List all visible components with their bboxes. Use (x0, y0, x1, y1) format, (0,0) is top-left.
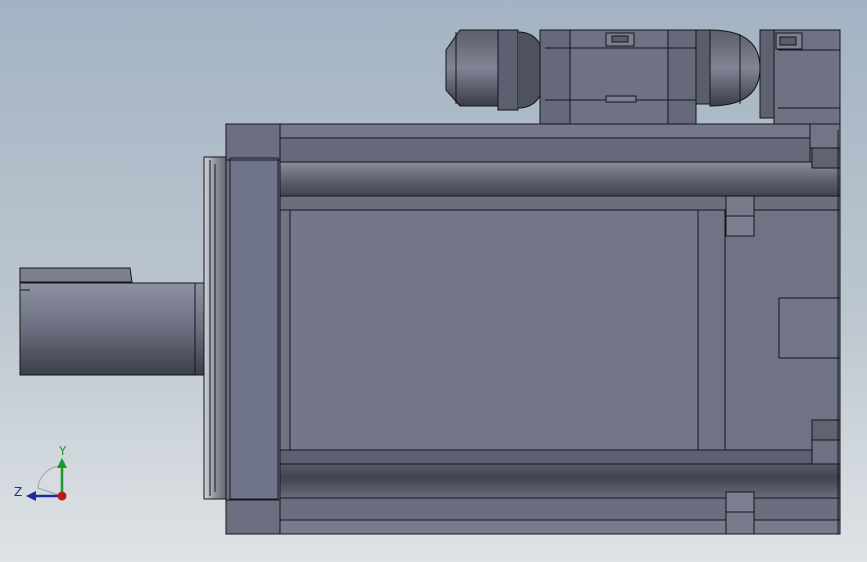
bottom-cooling-fin[interactable] (279, 449, 841, 535)
triad-plane-icon (37, 465, 63, 497)
power-connector[interactable] (445, 29, 697, 125)
motor-shaft[interactable] (19, 267, 206, 376)
servo-motor-model[interactable]: Y Z (0, 0, 867, 562)
triad-y-arrow-icon (57, 458, 67, 468)
encoder-connector[interactable] (695, 29, 841, 125)
triad-z-label: Z (14, 485, 22, 499)
graphics-viewport[interactable]: Y Z (0, 0, 867, 562)
triad-x-axis-icon (57, 491, 67, 501)
orientation-triad: Y Z (14, 444, 67, 501)
triad-z-arrow-icon (26, 491, 36, 501)
triad-y-label: Y (58, 444, 67, 458)
top-cooling-fin[interactable] (279, 123, 841, 211)
front-mounting-plate[interactable] (225, 123, 281, 535)
pilot-flange[interactable] (203, 156, 229, 500)
